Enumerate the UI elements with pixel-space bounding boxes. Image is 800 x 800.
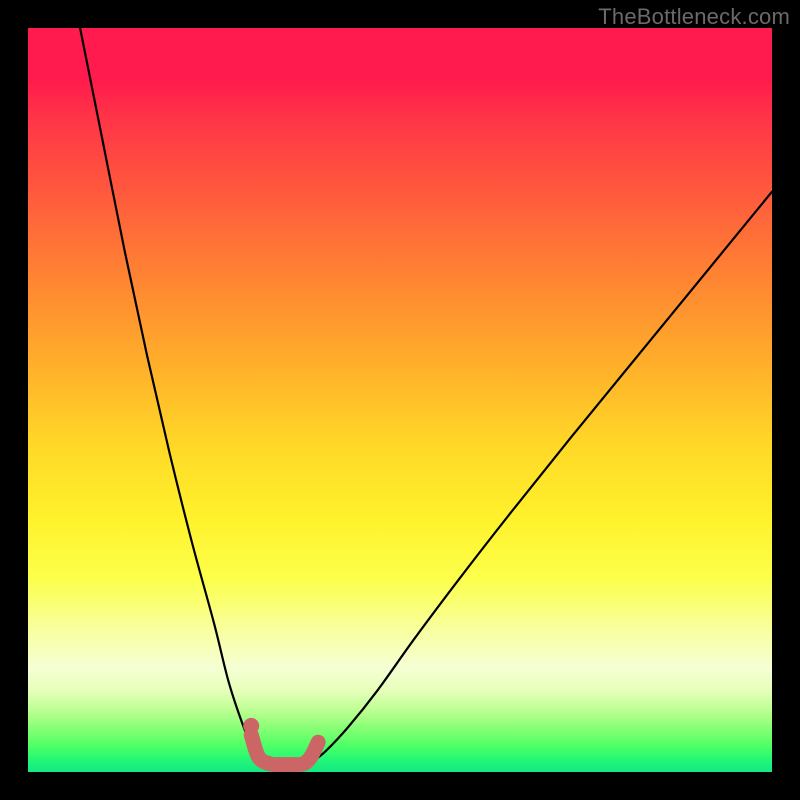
chart-svg-layer [28, 28, 772, 772]
marker-dot [243, 718, 259, 734]
plot-area [28, 28, 772, 772]
curve-right [311, 192, 772, 763]
curve-left [80, 28, 262, 763]
watermark-text: TheBottleneck.com [598, 4, 790, 30]
chart-frame: TheBottleneck.com [0, 0, 800, 800]
minimum-marker [251, 735, 318, 765]
